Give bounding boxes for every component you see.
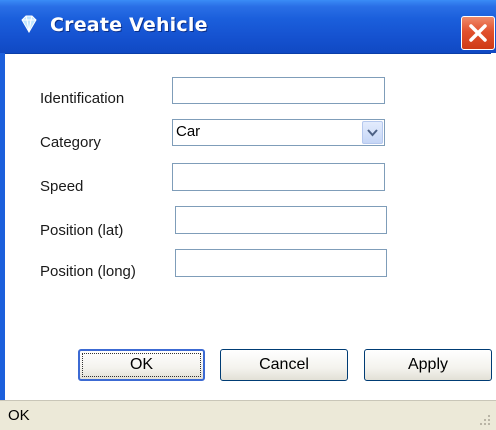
position-lat-label: Position (lat) — [40, 222, 124, 239]
cancel-button-label: Cancel — [259, 356, 309, 373]
category-select[interactable]: Car — [172, 119, 385, 146]
apply-button[interactable]: Apply — [364, 349, 492, 381]
status-text: OK — [8, 407, 30, 424]
title-bar[interactable]: Create Vehicle — [0, 0, 496, 54]
position-lat-field[interactable] — [175, 206, 387, 234]
gem-icon — [21, 15, 37, 33]
window-title: Create Vehicle — [50, 14, 208, 36]
cancel-button[interactable]: Cancel — [220, 349, 348, 381]
window-border-right — [491, 53, 496, 400]
speed-field[interactable] — [172, 163, 385, 191]
identification-field[interactable] — [172, 77, 385, 104]
category-selected-value: Car — [176, 123, 201, 140]
position-long-field[interactable] — [175, 249, 387, 277]
dialog-window: Create Vehicle Identification Category C… — [0, 0, 496, 430]
category-label: Category — [40, 134, 101, 151]
chevron-down-icon — [367, 128, 378, 136]
identification-label: Identification — [40, 90, 125, 107]
close-button[interactable] — [461, 16, 495, 50]
status-bar: OK — [0, 400, 496, 430]
close-icon — [469, 24, 487, 42]
ok-button[interactable]: OK — [78, 349, 205, 381]
resize-grip-icon[interactable] — [479, 414, 491, 426]
category-dropdown-button[interactable] — [362, 121, 383, 144]
position-long-label: Position (long) — [40, 263, 136, 280]
speed-label: Speed — [40, 178, 84, 195]
ok-button-label: OK — [129, 356, 154, 373]
apply-button-label: Apply — [407, 356, 449, 373]
